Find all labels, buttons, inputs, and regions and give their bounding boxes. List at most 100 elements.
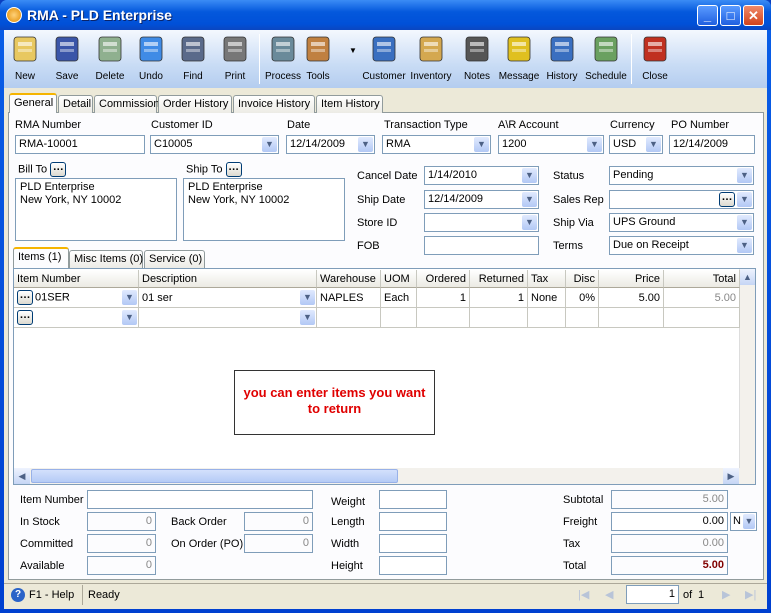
chevron-down-icon[interactable]: ▼ xyxy=(646,137,661,152)
grid-cell[interactable]: 5.00 xyxy=(664,288,740,308)
help-icon[interactable]: ? xyxy=(11,588,25,602)
grid-cell[interactable] xyxy=(470,308,528,328)
chevron-down-icon[interactable]: ▼ xyxy=(737,168,752,183)
item-number-input[interactable] xyxy=(87,490,313,509)
store-id-combo[interactable]: ▼ xyxy=(424,213,539,232)
column-header[interactable]: Total xyxy=(664,270,740,288)
column-header[interactable]: Item Number xyxy=(14,270,139,288)
chevron-down-icon[interactable]: ▼ xyxy=(522,215,537,230)
tab-detail[interactable]: Detail xyxy=(58,95,93,113)
chevron-down-icon[interactable]: ▼ xyxy=(522,168,537,183)
ship-to-lookup-button[interactable]: … xyxy=(225,162,242,177)
grid-cell[interactable]: 01 ser ▼ xyxy=(139,288,317,308)
ship-to-address[interactable]: PLD Enterprise New York, NY 10002 xyxy=(183,178,345,241)
tab-invoice-history[interactable]: Invoice History xyxy=(233,95,315,113)
chevron-down-icon[interactable]: ▼ xyxy=(300,310,315,325)
grid-cell[interactable]: ▼ xyxy=(139,308,317,328)
grid-cell[interactable]: … ▼ xyxy=(14,308,139,328)
column-header[interactable]: UOM xyxy=(381,270,417,288)
chevron-down-icon[interactable]: ▼ xyxy=(262,137,277,152)
grid-cell[interactable] xyxy=(317,308,381,328)
currency-combo[interactable]: USD ▼ xyxy=(609,135,663,154)
freight-input[interactable]: 0.00 xyxy=(611,512,728,531)
column-header[interactable]: Ordered xyxy=(417,270,470,288)
page-number-input[interactable]: 1 xyxy=(626,585,679,604)
chevron-down-icon[interactable]: ▼ xyxy=(737,215,752,230)
tab-item-history[interactable]: Item History xyxy=(316,95,383,113)
grid-cell[interactable] xyxy=(599,308,664,328)
item-lookup-button[interactable]: … xyxy=(17,290,33,305)
toolbar-schedule-button[interactable]: Schedule xyxy=(584,34,628,86)
subtab-0[interactable]: Items (1) xyxy=(13,247,69,268)
column-header[interactable]: Returned xyxy=(470,270,528,288)
sales-rep-lookup-button[interactable]: … xyxy=(719,192,735,207)
minimize-button[interactable]: _ xyxy=(697,5,718,26)
item-lookup-button[interactable]: … xyxy=(17,310,33,325)
column-header[interactable]: Description xyxy=(139,270,317,288)
grid-cell[interactable]: 1 xyxy=(470,288,528,308)
bill-to-address[interactable]: PLD Enterprise New York, NY 10002 xyxy=(15,178,177,241)
grid-cell[interactable]: Each xyxy=(381,288,417,308)
grid-cell[interactable]: 1 xyxy=(417,288,470,308)
scroll-left-icon[interactable]: ◀ xyxy=(14,468,30,484)
chevron-down-icon[interactable]: ▼ xyxy=(737,192,752,207)
height-input[interactable] xyxy=(379,556,447,575)
terms-combo[interactable]: Due on Receipt ▼ xyxy=(609,236,754,255)
chevron-down-icon[interactable]: ▼ xyxy=(300,290,315,305)
column-header[interactable]: Disc xyxy=(566,270,599,288)
chevron-down-icon[interactable]: ▼ xyxy=(122,310,137,325)
sales-rep-combo[interactable]: … ▼ xyxy=(609,190,754,209)
toolbar-print-button[interactable]: Print xyxy=(213,34,257,86)
chevron-down-icon[interactable]: ▼ xyxy=(587,137,602,152)
customer-id-combo[interactable]: C10005 ▼ xyxy=(150,135,279,154)
grid-cell[interactable]: NAPLES xyxy=(317,288,381,308)
ship-date-combo[interactable]: 12/14/2009 ▼ xyxy=(424,190,539,209)
chevron-down-icon[interactable]: ▼ xyxy=(522,192,537,207)
grid-cell[interactable]: 5.00 xyxy=(599,288,664,308)
horizontal-scrollbar[interactable]: ◀ ▶ xyxy=(14,468,755,484)
weight-input[interactable] xyxy=(379,490,447,509)
toolbar-tools-button[interactable]: Tools xyxy=(296,34,340,86)
bill-to-lookup-button[interactable]: … xyxy=(50,162,67,177)
column-header[interactable]: Price xyxy=(599,270,664,288)
first-page-icon[interactable]: |◀ xyxy=(578,588,589,601)
toolbar-customer-button[interactable]: Customer xyxy=(362,34,406,86)
subtab-1[interactable]: Misc Items (0) xyxy=(69,250,143,268)
chevron-down-icon[interactable]: ▼ xyxy=(122,290,137,305)
column-header[interactable]: Warehouse xyxy=(317,270,381,288)
scroll-right-icon[interactable]: ▶ xyxy=(723,468,739,484)
rma-number-input[interactable]: RMA-10001 xyxy=(15,135,145,154)
column-header[interactable]: Tax xyxy=(528,270,566,288)
length-input[interactable] xyxy=(379,512,447,531)
grid-cell[interactable] xyxy=(381,308,417,328)
date-combo[interactable]: 12/14/2009 ▼ xyxy=(286,135,375,154)
freight-option-combo[interactable]: N ▼ xyxy=(730,512,757,531)
subtab-2[interactable]: Service (0) xyxy=(144,250,205,268)
tab-general[interactable]: General xyxy=(9,93,57,113)
close-window-button[interactable]: ✕ xyxy=(743,5,764,26)
vertical-scrollbar[interactable]: ▲ xyxy=(739,269,755,468)
ar-account-combo[interactable]: 1200 ▼ xyxy=(498,135,604,154)
chevron-down-icon[interactable]: ▼ xyxy=(737,238,752,253)
grid-cell[interactable]: 0% xyxy=(566,288,599,308)
fob-input[interactable] xyxy=(424,236,539,255)
grid-cell[interactable] xyxy=(417,308,470,328)
prev-page-icon[interactable]: ◀ xyxy=(605,588,613,601)
chevron-down-icon[interactable]: ▼ xyxy=(358,137,373,152)
grid-cell[interactable]: None xyxy=(528,288,566,308)
po-number-input[interactable]: 12/14/2009 xyxy=(669,135,755,154)
maximize-button[interactable]: □ xyxy=(720,5,741,26)
last-page-icon[interactable]: ▶| xyxy=(745,588,756,601)
chevron-down-icon[interactable]: ▼ xyxy=(743,514,755,529)
transaction-type-combo[interactable]: RMA ▼ xyxy=(382,135,491,154)
grid-cell[interactable] xyxy=(566,308,599,328)
grid-cell[interactable] xyxy=(664,308,740,328)
width-input[interactable] xyxy=(379,534,447,553)
scroll-thumb[interactable] xyxy=(31,469,398,483)
tab-commission[interactable]: Commission xyxy=(94,95,160,113)
grid-cell[interactable] xyxy=(528,308,566,328)
scroll-up-icon[interactable]: ▲ xyxy=(740,269,755,285)
status-combo[interactable]: Pending ▼ xyxy=(609,166,754,185)
grid-cell[interactable]: … 01SER ▼ xyxy=(14,288,139,308)
toolbar-close-button[interactable]: Close xyxy=(633,34,677,86)
